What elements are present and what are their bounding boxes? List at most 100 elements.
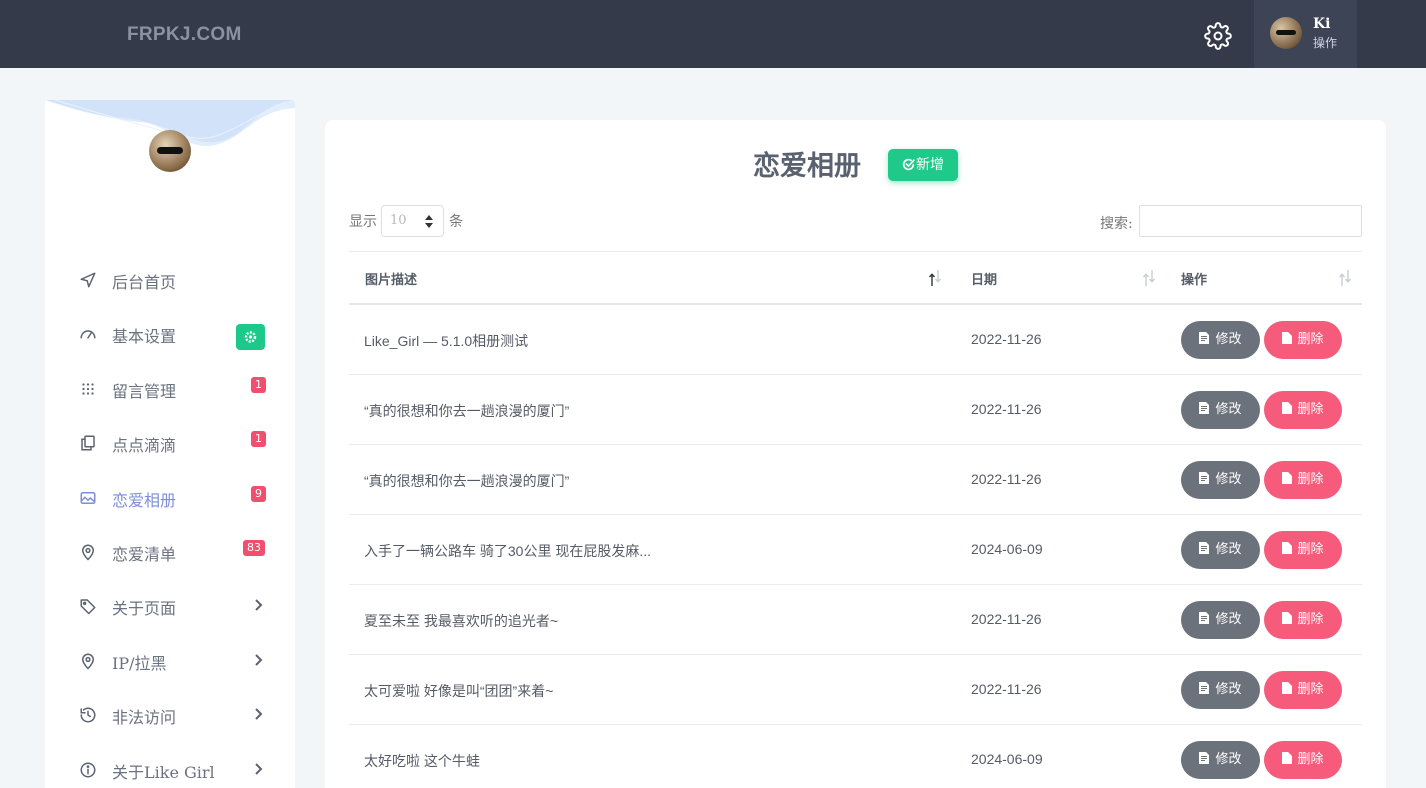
row-description: 太好吃啦 这个牛蛙: [364, 753, 480, 769]
sidebar-item-messages[interactable]: 留言管理 1: [45, 369, 295, 409]
show-label: 显示: [349, 214, 377, 230]
user-name: Ki: [1313, 16, 1331, 32]
copy-icon: [81, 435, 95, 451]
sidebar-item-label: 基本设置: [112, 327, 177, 346]
edit-icon: [1199, 612, 1210, 624]
sidebar-item-label: 关于Like Girl: [112, 763, 215, 782]
search-input[interactable]: [1139, 205, 1362, 237]
delete-button[interactable]: 删除: [1264, 321, 1342, 359]
delete-button[interactable]: 删除: [1264, 671, 1342, 709]
settings-gear-icon[interactable]: [1204, 22, 1232, 50]
edit-button[interactable]: 修改: [1181, 601, 1260, 639]
delete-button[interactable]: 删除: [1264, 531, 1342, 569]
sidebar-item-label: 恋爱清单: [112, 545, 177, 564]
sidebar-item-ip-block[interactable]: IP/拉黑: [45, 641, 295, 681]
file-delete-icon: [1282, 542, 1293, 554]
sidebar-item-illegal-access[interactable]: 非法访问: [45, 695, 295, 735]
row-date: 2022-11-26: [971, 611, 1042, 627]
edit-button[interactable]: 修改: [1181, 321, 1260, 359]
user-avatar: [1270, 17, 1302, 49]
row-date: 2022-11-26: [971, 331, 1042, 347]
add-button-label: 新增: [916, 157, 944, 173]
sort-asc-icon[interactable]: [927, 268, 943, 288]
sort-icon[interactable]: [1141, 268, 1157, 288]
edit-icon: [1199, 542, 1210, 554]
brand-logo[interactable]: FRPKJ.COM: [127, 24, 242, 46]
table-header: 图片描述 日期 操作: [349, 251, 1362, 305]
sidebar-item-label: 留言管理: [112, 382, 177, 401]
delete-button[interactable]: 删除: [1264, 461, 1342, 499]
page-title: 恋爱相册: [753, 151, 861, 182]
edit-button[interactable]: 修改: [1181, 741, 1260, 779]
file-delete-icon: [1282, 402, 1293, 414]
edit-button[interactable]: 修改: [1181, 391, 1260, 429]
file-delete-icon: [1282, 682, 1293, 694]
map-pin-icon: [81, 544, 95, 561]
row-date: 2022-11-26: [971, 471, 1042, 487]
count-badge: 9: [251, 486, 266, 502]
sidebar-item-label: 恋爱相册: [112, 491, 177, 510]
sidebar-item-label: 后台首页: [112, 273, 177, 292]
user-menu[interactable]: Ki 操作: [1254, 0, 1357, 68]
column-header-date[interactable]: 日期: [971, 269, 997, 288]
edit-button-label: 修改: [1215, 332, 1242, 347]
row-date: 2022-11-26: [971, 681, 1042, 697]
page-size-value: 10: [390, 213, 407, 228]
column-header-description[interactable]: 图片描述: [365, 269, 417, 288]
delete-button[interactable]: 删除: [1264, 601, 1342, 639]
edit-button-label: 修改: [1215, 472, 1242, 487]
sidebar-item-label: IP/拉黑: [112, 654, 167, 673]
info-icon: [80, 762, 96, 778]
row-date: 2022-11-26: [971, 401, 1042, 417]
delete-button-label: 删除: [1297, 542, 1324, 557]
page-size-select[interactable]: 10: [381, 205, 444, 237]
delete-button-label: 删除: [1297, 402, 1324, 417]
sidebar-item-dashboard[interactable]: 后台首页: [45, 260, 295, 300]
sidebar-item-about-likegirl[interactable]: 关于Like Girl: [45, 750, 295, 788]
edit-button-label: 修改: [1215, 682, 1242, 697]
edit-button[interactable]: 修改: [1181, 531, 1260, 569]
delete-button[interactable]: 删除: [1264, 391, 1342, 429]
row-description: 太可爱啦 好像是叫“团团”来着~: [364, 683, 554, 699]
file-delete-icon: [1282, 612, 1293, 624]
edit-icon: [1199, 332, 1210, 344]
map-pin-icon: [81, 653, 95, 670]
file-delete-icon: [1282, 332, 1293, 344]
sort-icon[interactable]: [1337, 268, 1353, 288]
edit-button-label: 修改: [1215, 612, 1242, 627]
table-row: “真的很想和你去一趟浪漫的厦门” 2022-11-26 修改 删除: [349, 375, 1362, 445]
sidebar-item-about-page[interactable]: 关于页面: [45, 586, 295, 626]
sidebar-item-love-list[interactable]: 恋爱清单 83: [45, 532, 295, 572]
gauge-icon: [80, 330, 96, 339]
column-header-actions[interactable]: 操作: [1181, 269, 1207, 288]
count-badge: 83: [243, 540, 265, 556]
table-row: 太好吃啦 这个牛蛙 2024-06-09 修改 删除: [349, 725, 1362, 788]
chevron-right-icon: [255, 599, 263, 611]
gear-icon: [244, 331, 257, 343]
search-label: 搜索:: [1100, 216, 1133, 232]
edit-icon: [1199, 402, 1210, 414]
row-description: 夏至未至 我最喜欢听的追光者~: [364, 613, 559, 629]
delete-button-label: 删除: [1297, 332, 1324, 347]
add-button[interactable]: 新增: [888, 149, 958, 181]
sort-caret-icon: [425, 215, 433, 228]
table-row: 夏至未至 我最喜欢听的追光者~ 2022-11-26 修改 删除: [349, 585, 1362, 655]
delete-button-label: 删除: [1297, 472, 1324, 487]
profile-avatar: [149, 130, 191, 172]
sidebar-item-album[interactable]: 恋爱相册 9: [45, 478, 295, 518]
edit-button[interactable]: 修改: [1181, 461, 1260, 499]
chevron-right-icon: [255, 654, 263, 666]
history-icon: [80, 707, 96, 723]
settings-badge: [236, 324, 265, 350]
row-date: 2024-06-09: [971, 541, 1043, 557]
delete-button[interactable]: 删除: [1264, 741, 1342, 779]
sidebar-item-moments[interactable]: 点点滴滴 1: [45, 423, 295, 463]
sidebar-item-label: 非法访问: [112, 708, 177, 727]
user-role: 操作: [1313, 36, 1338, 50]
edit-button[interactable]: 修改: [1181, 671, 1260, 709]
tag-icon: [80, 599, 96, 615]
chevron-right-icon: [255, 708, 263, 720]
table-row: 太可爱啦 好像是叫“团团”来着~ 2022-11-26 修改 删除: [349, 655, 1362, 725]
row-description: “真的很想和你去一趟浪漫的厦门”: [364, 403, 570, 419]
edit-button-label: 修改: [1215, 402, 1242, 417]
